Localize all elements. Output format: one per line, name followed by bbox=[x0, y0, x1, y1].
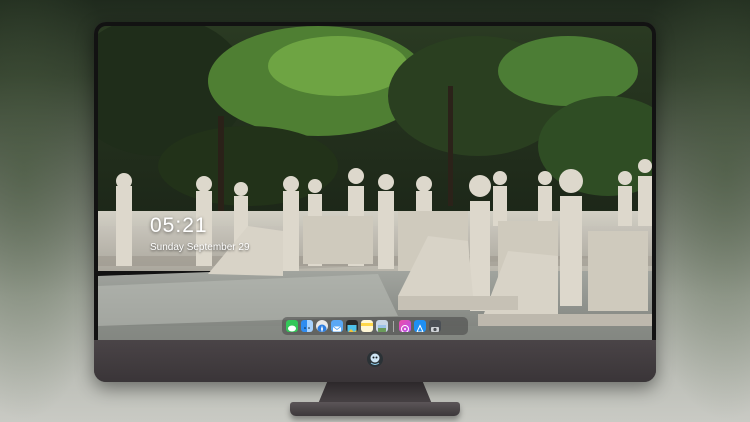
lock-screen: 05:21 Sunday September 29 bbox=[98, 26, 652, 340]
finder-icon[interactable] bbox=[301, 320, 313, 332]
monitor-bezel: 05:21 Sunday September 29 bbox=[94, 22, 656, 340]
app-store-icon[interactable] bbox=[414, 320, 426, 332]
photos-icon[interactable] bbox=[346, 320, 358, 332]
preview-icon[interactable] bbox=[376, 320, 388, 332]
itunes-icon[interactable] bbox=[399, 320, 411, 332]
monitor-stand-base bbox=[290, 402, 460, 416]
monitor-stand-neck bbox=[318, 382, 432, 404]
monitor-chin bbox=[94, 340, 656, 382]
safari-icon[interactable] bbox=[316, 320, 328, 332]
mail-icon[interactable] bbox=[331, 320, 343, 332]
apple-logo-icon bbox=[366, 350, 384, 368]
notes-icon[interactable] bbox=[361, 320, 373, 332]
imac-monitor: 05:21 Sunday September 29 bbox=[94, 22, 656, 382]
lock-screen-time: 05:21 bbox=[150, 214, 208, 237]
camera-icon[interactable] bbox=[429, 320, 441, 332]
lock-screen-date: Sunday September 29 bbox=[150, 242, 250, 253]
dock bbox=[282, 317, 468, 335]
wallpaper bbox=[98, 26, 652, 340]
messages-icon[interactable] bbox=[286, 320, 298, 332]
dock-separator bbox=[393, 320, 394, 332]
